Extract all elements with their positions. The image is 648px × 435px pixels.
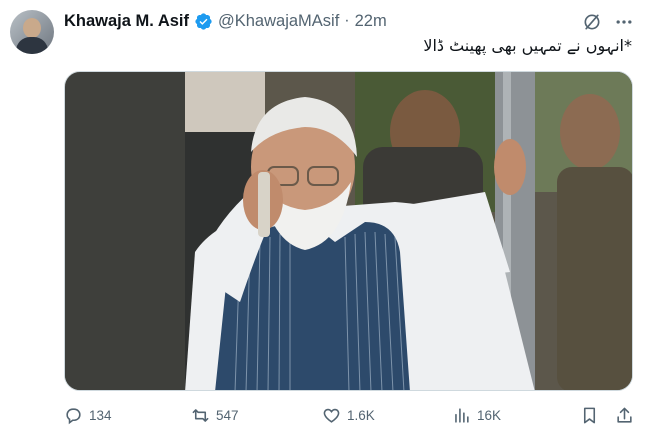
bookmark-icon <box>583 407 596 423</box>
bookmark-button[interactable] <box>580 404 605 426</box>
like-button[interactable]: 1.6K <box>322 404 375 426</box>
photo-illustration <box>65 72 632 390</box>
tweet-text: *انہوں نے تمہیں بھی پھینٹ ڈالا <box>423 36 632 55</box>
reply-button[interactable]: 134 <box>64 404 112 426</box>
views-count: 16K <box>477 407 502 423</box>
avatar[interactable] <box>10 10 54 54</box>
timestamp[interactable]: 22m <box>355 12 387 31</box>
tweet-photo[interactable] <box>64 71 633 391</box>
views-icon <box>455 407 469 423</box>
verified-badge-icon <box>195 12 212 30</box>
like-count: 1.6K <box>347 407 375 423</box>
more-icon[interactable] <box>613 12 635 32</box>
repost-icon <box>192 408 209 422</box>
tweet-card[interactable]: Khawaja M. Asif @KhawajaMAsif · 22m *انہ… <box>0 0 648 435</box>
views-button[interactable]: 16K <box>452 404 501 426</box>
share-icon <box>617 407 632 423</box>
repost-count: 547 <box>216 407 239 423</box>
author-name[interactable]: Khawaja M. Asif <box>64 12 189 31</box>
author-handle[interactable]: @KhawajaMAsif <box>218 12 339 31</box>
separator-dot: · <box>344 12 350 29</box>
repost-button[interactable]: 547 <box>191 404 239 426</box>
heart-icon <box>323 408 340 423</box>
grok-icon[interactable] <box>582 12 602 32</box>
share-button[interactable] <box>615 404 640 426</box>
tweet-header: Khawaja M. Asif @KhawajaMAsif · 22m <box>64 10 387 32</box>
reply-count: 134 <box>89 407 112 423</box>
tweet-actions: 134 547 1.6K 16K <box>64 404 636 426</box>
reply-icon <box>66 407 81 424</box>
